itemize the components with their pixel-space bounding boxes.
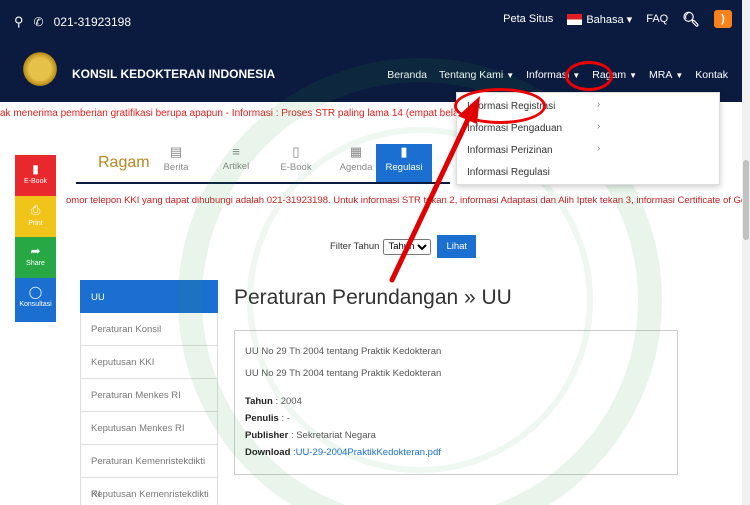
category-uu[interactable]: UU	[80, 280, 218, 313]
chevron-down-icon: ▼	[675, 71, 684, 80]
tabs-title: Ragam	[98, 154, 150, 171]
top-bar: ⚲ ✆ 021-31923198 Peta Situs Bahasa ▾ FAQ…	[0, 0, 742, 42]
chat-icon: ◯	[28, 285, 43, 299]
garuda-logo[interactable]	[22, 52, 58, 90]
publisher-row: Publisher : Sekretariat Negara	[245, 430, 376, 441]
download-link[interactable]: :UU-29-2004PraktikKedokteran.pdf	[293, 447, 441, 458]
tab-artikel[interactable]: ≡ Artikel	[208, 144, 264, 182]
phone-contact[interactable]: ⚲ ✆ 021-31923198	[14, 14, 131, 30]
location-pin-icon: ⚲	[14, 14, 24, 29]
info-line: omor telepon KKI yang dapat dihubungi ad…	[66, 195, 742, 206]
list-icon: ≡	[232, 144, 240, 159]
site-map-link[interactable]: Peta Situs	[503, 13, 553, 25]
print-button[interactable]: ⎙ Print	[15, 196, 56, 237]
regulation-subtitle: UU No 29 Th 2004 tentang Praktik Kedokte…	[245, 368, 442, 379]
filter-label: Filter Tahun	[330, 241, 380, 252]
category-keputusan-kemenristekdikti[interactable]: Keputusan Kemenristekdikti RI	[80, 478, 218, 505]
menu-item-informasi-regulasi[interactable]: Informasi Regulasi	[467, 163, 550, 183]
highlight-circle-informasi	[565, 61, 613, 91]
category-keputusan-menkes[interactable]: Keputusan Menkes RI	[80, 412, 218, 445]
regulation-title[interactable]: UU No 29 Th 2004 tentang Praktik Kedokte…	[245, 341, 667, 363]
regulation-category-list: UU Peraturan Konsil Keputusan KKI Peratu…	[80, 280, 218, 505]
year-select[interactable]: Tahun	[383, 238, 432, 255]
scrollbar-thumb[interactable]	[743, 160, 749, 240]
vertical-scrollbar[interactable]	[742, 0, 750, 505]
view-button[interactable]: Lihat	[437, 235, 477, 258]
download-row: Download :UU-29-2004PraktikKedokteran.pd…	[245, 447, 441, 458]
share-icon: ➦	[30, 244, 41, 258]
main-nav: Beranda Tentang Kami ▼ Informasi ▼ Ragam ▼ …	[387, 69, 728, 81]
page-title: Peraturan Perundangan » UU	[234, 286, 512, 309]
search-icon[interactable]: 🔍︎	[682, 11, 700, 28]
chevron-right-icon: ›	[597, 121, 601, 132]
nav-tentang-kami[interactable]: Tentang Kami ▼	[439, 69, 514, 81]
category-keputusan-kki[interactable]: Keputusan KKI	[80, 346, 218, 379]
book-icon: ▯	[292, 144, 300, 159]
menu-item-informasi-perizinan[interactable]: Informasi Perizinan	[467, 141, 553, 161]
book-icon: ▮	[32, 162, 39, 176]
tab-berita[interactable]: ▤ Berita	[148, 144, 204, 182]
phone-icon: ✆	[33, 15, 44, 29]
rss-icon[interactable]: )	[714, 10, 732, 28]
brand-name[interactable]: KONSIL KEDOKTERAN INDONESIA	[72, 67, 275, 81]
chevron-down-icon: ▼	[506, 71, 515, 80]
chevron-down-icon: ▼	[629, 71, 638, 80]
nav-mra[interactable]: MRA ▼	[649, 69, 683, 81]
tab-ebook[interactable]: ▯ E-Book	[268, 144, 324, 182]
share-button[interactable]: ➦ Share	[15, 237, 56, 278]
ebook-button[interactable]: ▮ E-Book	[15, 155, 56, 196]
nav-kontak[interactable]: Kontak	[695, 69, 728, 81]
highlight-circle-registrasi	[454, 88, 546, 124]
indonesia-flag-icon	[567, 14, 583, 26]
konsultasi-button[interactable]: ◯ Konsultasi	[15, 278, 56, 322]
year-row: Tahun : 2004	[245, 396, 302, 407]
newspaper-icon: ▤	[169, 144, 183, 159]
category-peraturan-menkes[interactable]: Peraturan Menkes RI	[80, 379, 218, 412]
chevron-right-icon: ›	[597, 143, 601, 154]
ragam-tabs: Ragam ▤ Berita ≡ Artikel ▯ E-Book ▦ Agenda ▮…	[76, 140, 450, 184]
tab-regulasi[interactable]: ▮ Regulasi	[376, 144, 432, 182]
category-peraturan-kemenristekdikti[interactable]: Peraturan Kemenristekdikti RI	[80, 445, 218, 500]
book-icon: ▮	[400, 144, 408, 159]
nav-beranda[interactable]: Beranda	[387, 69, 427, 81]
chevron-right-icon: ›	[597, 99, 601, 110]
phone-number: 021-31923198	[53, 15, 132, 29]
author-row: Penulis : -	[245, 413, 290, 424]
print-icon: ⎙	[30, 203, 41, 217]
category-peraturan-konsil[interactable]: Peraturan Konsil	[80, 313, 218, 346]
faq-link[interactable]: FAQ	[646, 13, 668, 25]
language-menu[interactable]: Bahasa ▾	[567, 13, 632, 26]
year-filter: Filter Tahun Tahun Lihat	[330, 235, 477, 258]
regulation-card: UU No 29 Th 2004 tentang Praktik Kedokte…	[234, 330, 678, 475]
